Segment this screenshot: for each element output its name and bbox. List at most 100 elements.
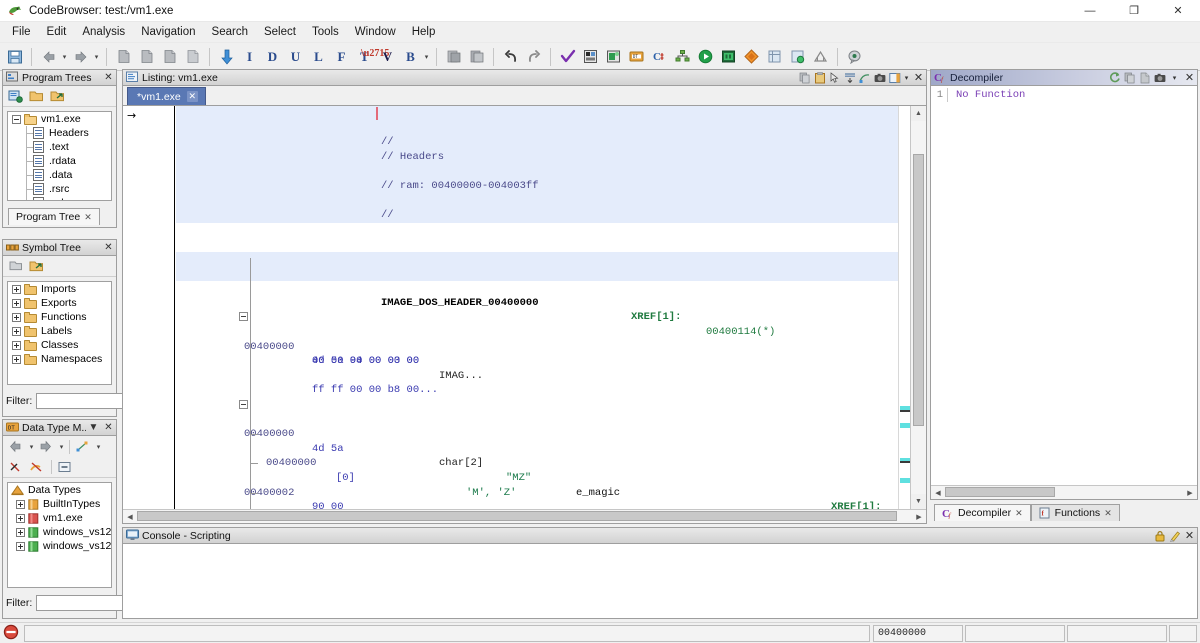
bookmark-marker[interactable] bbox=[900, 478, 910, 483]
listing-row[interactable]: ff ff 00 00 b8 00... bbox=[176, 369, 904, 384]
checkmark-analysis-icon[interactable] bbox=[557, 46, 578, 67]
refresh-icon[interactable] bbox=[1107, 70, 1122, 85]
listing-row[interactable]: // bbox=[176, 194, 904, 209]
symbol-tree-node-functions[interactable]: Functions bbox=[8, 310, 111, 324]
tab-close-icon[interactable]: ✕ bbox=[1104, 508, 1112, 519]
data-type-manager-icon[interactable] bbox=[603, 46, 624, 67]
menu-search[interactable]: Search bbox=[204, 23, 256, 42]
scroll-left-icon[interactable]: ◀ bbox=[123, 510, 137, 523]
console-output[interactable] bbox=[122, 544, 1198, 619]
edit-fields-dropdown-icon[interactable]: ▾ bbox=[902, 70, 911, 85]
data-type-manager-menu-icon[interactable]: ▼ bbox=[86, 420, 101, 435]
export-listing-icon[interactable] bbox=[159, 46, 180, 67]
program-tree-node-reloc[interactable]: .reloc bbox=[8, 196, 111, 201]
edit-fields-icon[interactable] bbox=[887, 70, 902, 85]
symbol-tree-view[interactable]: Imports Exports Functions Labels bbox=[7, 281, 112, 385]
snapshot-camera-icon[interactable] bbox=[1152, 70, 1167, 85]
down-arrow-icon[interactable] bbox=[216, 46, 237, 67]
symbol-tree-node-labels[interactable]: Labels bbox=[8, 324, 111, 338]
hscroll-thumb[interactable] bbox=[137, 511, 897, 521]
hscroll-track[interactable] bbox=[137, 510, 912, 523]
symbol-tree-close-icon[interactable]: ✕ bbox=[101, 240, 116, 255]
expand-expander-icon[interactable] bbox=[12, 341, 21, 350]
scroll-down-icon[interactable]: ▼ bbox=[911, 494, 926, 509]
variable-icon[interactable]: V bbox=[377, 46, 398, 67]
program-tree-node-text[interactable]: .text bbox=[8, 140, 111, 154]
checksum-icon[interactable]: C bbox=[649, 46, 670, 67]
collapse-expander-icon[interactable] bbox=[239, 312, 248, 321]
export-c-icon[interactable] bbox=[1137, 70, 1152, 85]
tab-functions[interactable]: f Functions ✕ bbox=[1031, 504, 1120, 521]
expand-expander-icon[interactable] bbox=[12, 285, 21, 294]
decompiler-close-icon[interactable]: ✕ bbox=[1182, 70, 1197, 85]
tab-program-tree[interactable]: Program Tree ✕ bbox=[8, 208, 100, 225]
cursor-select-icon[interactable] bbox=[827, 70, 842, 85]
toggle-header-icon[interactable] bbox=[842, 70, 857, 85]
instruction-icon[interactable]: I bbox=[239, 46, 260, 67]
expand-expander-icon[interactable] bbox=[16, 514, 25, 523]
hscroll-track[interactable] bbox=[945, 486, 1183, 499]
back-arrow-icon[interactable] bbox=[6, 438, 25, 456]
forward-dropdown-icon[interactable]: ▾ bbox=[92, 46, 101, 67]
memory-map-icon[interactable] bbox=[580, 46, 601, 67]
tab-decompiler[interactable]: Cf Decompiler ✕ bbox=[934, 504, 1031, 521]
program-tree-node-rdata[interactable]: .rdata bbox=[8, 154, 111, 168]
listing-row[interactable]: 00400004 03 00 dw 3h e_cp Pages in file bbox=[176, 486, 904, 501]
listing-gutter[interactable]: → bbox=[123, 106, 175, 523]
symbol-tree-node-namespaces[interactable]: Namespaces bbox=[8, 352, 111, 366]
undefined-icon[interactable]: U bbox=[285, 46, 306, 67]
collapse-expander-icon[interactable] bbox=[12, 115, 21, 124]
goto-symbol-icon[interactable] bbox=[27, 257, 46, 275]
menu-window[interactable]: Window bbox=[347, 23, 404, 42]
forward-arrow-icon[interactable] bbox=[36, 438, 55, 456]
function-icon[interactable]: F bbox=[331, 46, 352, 67]
maximize-button[interactable]: ❐ bbox=[1112, 0, 1156, 22]
menu-dropdown-icon[interactable]: ▾ bbox=[1167, 70, 1182, 85]
forward-arrow-icon[interactable] bbox=[70, 46, 91, 67]
tab-close-icon[interactable]: ✕ bbox=[1015, 508, 1023, 519]
menu-file[interactable]: File bbox=[4, 23, 39, 42]
scroll-right-icon[interactable]: ▶ bbox=[1183, 486, 1197, 499]
symbol-tree-node-exports[interactable]: Exports bbox=[8, 296, 111, 310]
data-type-manager-close-icon[interactable]: ✕ bbox=[101, 420, 116, 435]
paste-icon[interactable] bbox=[812, 70, 827, 85]
filter-tree-icon[interactable] bbox=[73, 438, 92, 456]
label-icon[interactable]: L bbox=[308, 46, 329, 67]
listing-code[interactable]: // // Headers // ram: 00400000-004003ff … bbox=[176, 106, 904, 523]
program-trees-close-icon[interactable]: ✕ bbox=[101, 70, 116, 85]
exclude-arrays-icon[interactable] bbox=[27, 458, 46, 476]
back-arrow-icon[interactable] bbox=[38, 46, 59, 67]
create-folder-icon[interactable] bbox=[6, 87, 25, 105]
expand-expander-icon[interactable] bbox=[16, 528, 25, 537]
expand-expander-icon[interactable] bbox=[16, 542, 25, 551]
archive-icon[interactable] bbox=[810, 46, 831, 67]
help-balloon-icon[interactable] bbox=[844, 46, 865, 67]
table-icon[interactable] bbox=[764, 46, 785, 67]
listing-row[interactable]: 00 00 04 00 00 00 bbox=[176, 340, 904, 355]
diff-navigate-icon[interactable] bbox=[857, 70, 872, 85]
tab-close-icon[interactable]: ✕ bbox=[84, 212, 92, 223]
collapse-expander-icon[interactable] bbox=[239, 400, 248, 409]
menu-tools[interactable]: Tools bbox=[304, 23, 347, 42]
back-dropdown-icon[interactable]: ▾ bbox=[60, 46, 69, 67]
subroutine-icon[interactable]: T \u2715 bbox=[354, 46, 375, 67]
save-icon[interactable] bbox=[4, 46, 25, 67]
export-program-icon[interactable] bbox=[787, 46, 808, 67]
select-complement-icon[interactable] bbox=[466, 46, 487, 67]
debugger-run-icon[interactable] bbox=[695, 46, 716, 67]
expand-expander-icon[interactable] bbox=[12, 313, 21, 322]
listing-row[interactable] bbox=[176, 223, 904, 238]
close-button[interactable]: ✕ bbox=[1156, 0, 1200, 22]
diff-icon[interactable] bbox=[741, 46, 762, 67]
back-dropdown-icon[interactable]: ▾ bbox=[27, 438, 36, 456]
menu-select[interactable]: Select bbox=[256, 23, 304, 42]
listing-row[interactable]: // bbox=[176, 106, 904, 121]
scroll-up-icon[interactable]: ▲ bbox=[911, 106, 926, 121]
listing-row[interactable]: // Headers bbox=[176, 135, 904, 150]
listing-row[interactable]: 00400000 4d 5a 90 00 03 00 IMAG... bbox=[176, 310, 904, 325]
program-tree-node-data[interactable]: .data bbox=[8, 168, 111, 182]
listing-row[interactable]: 00400002 90 00 dw 90h e_cblp Bytes of la… bbox=[176, 456, 904, 471]
decompiler-hscrollbar[interactable]: ◀ ▶ bbox=[931, 485, 1197, 499]
bookmark-icon[interactable]: B bbox=[400, 46, 421, 67]
program-tree-node-rsrc[interactable]: .rsrc bbox=[8, 182, 111, 196]
